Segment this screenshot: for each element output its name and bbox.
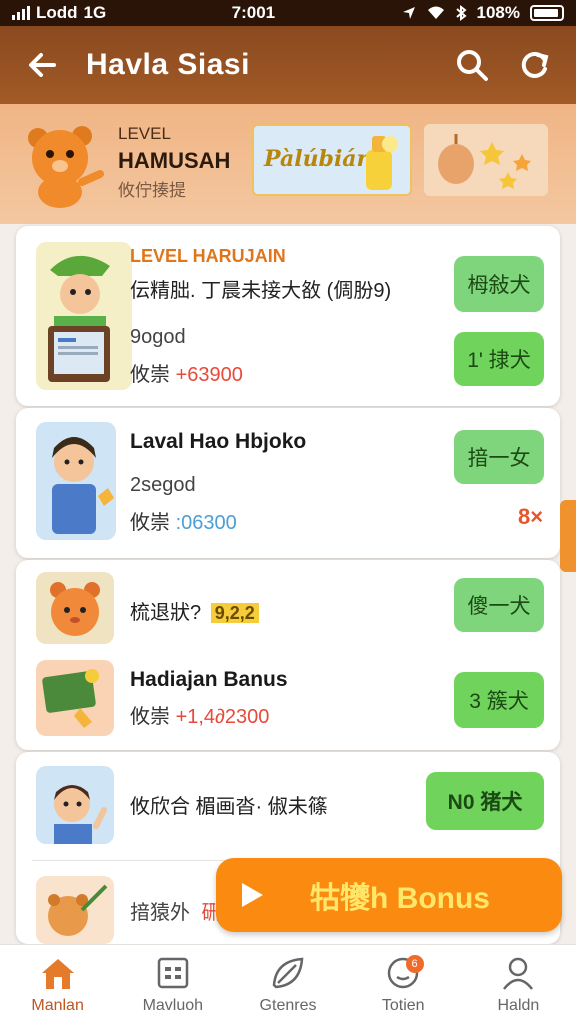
search-icon <box>457 50 488 81</box>
price-value: +1,4∂2300 <box>175 706 270 728</box>
card-action-button-1[interactable]: 栂敍犬 <box>454 256 544 312</box>
card-action-button[interactable]: N0 猪犬 <box>426 772 544 830</box>
clock: 7:001 <box>231 3 276 22</box>
refresh-button[interactable] <box>512 43 556 87</box>
back-arrow-icon <box>29 53 56 77</box>
status-right: 108% <box>401 3 564 23</box>
card-thumbnail <box>36 422 116 540</box>
profile-subtitle: 攸佇揍提 <box>118 181 186 200</box>
nav-item-chat[interactable]: 6 Totien <box>346 945 461 1024</box>
teacher-tablet-icon <box>48 255 110 382</box>
card-thumbnail <box>36 572 114 644</box>
battery-percent: 108% <box>476 3 520 22</box>
price-value: +63900 <box>175 364 243 386</box>
network-label: 1G <box>83 3 107 22</box>
bottle-icon <box>366 136 398 190</box>
nav-label: Manlan <box>31 996 84 1014</box>
price-prefix: 攸崇 <box>130 364 170 386</box>
page-title: Havla Siasi <box>86 48 250 81</box>
person-icon <box>503 957 534 990</box>
nav-label: Mavluoh <box>142 996 204 1014</box>
promo-banner-text: Pàlúbiár <box>264 146 369 172</box>
course-card-1[interactable]: LEVEL HARUJAIN 伝精朏. 丁晨未接大敋 (倜朌9) 9ogod 攸… <box>16 226 560 406</box>
card-action-button-2[interactable]: 3 簇犬 <box>454 672 544 728</box>
nav-label: Gtenres <box>259 996 317 1014</box>
battery-icon <box>529 5 564 21</box>
money-bill-icon <box>42 669 99 728</box>
card-title: Laval Hao Hbjoko <box>130 430 307 453</box>
girl-waving-icon <box>54 785 107 844</box>
app-bar: Havla Siasi <box>0 26 576 104</box>
nav-label: Totien <box>381 996 425 1014</box>
back-button[interactable] <box>20 43 64 87</box>
nav-item-genres[interactable]: Gtenres <box>230 945 345 1024</box>
notification-badge: 6 <box>405 955 424 973</box>
course-card-2[interactable]: Laval Hao Hbjoko 2segod 攸崇 :06300 揞一女 8× <box>16 408 560 558</box>
promo-banner[interactable]: Pàlúbiár <box>252 124 412 196</box>
bear-wand-icon <box>48 884 108 936</box>
leaf-icon <box>272 957 304 988</box>
card-price: 攸崇 :06300 <box>130 506 237 535</box>
bear-mascot-icon <box>28 126 104 208</box>
signal-icon <box>12 6 30 20</box>
wifi-icon <box>427 6 444 19</box>
card-description: 梳退狀? 9,2,2 <box>130 596 259 625</box>
profile-name: HAMUSAH <box>118 148 231 173</box>
card-action-button[interactable]: 揞一女 <box>454 430 544 484</box>
star-rating: 9,2,2 <box>210 603 259 623</box>
side-tab[interactable] <box>560 500 576 572</box>
location-icon <box>402 7 415 19</box>
card-title: Hadiajan Banus <box>130 668 288 691</box>
bonus-button-label: 牯犪h Bonus <box>310 882 490 915</box>
card-description: 攸欣合 楣画沓· 俶未篠 <box>130 796 328 818</box>
course-card-3[interactable]: 梳退狀? 9,2,2 傻一犬 Hadiajan Banus 攸崇 +1,4∂23… <box>16 560 560 750</box>
calendar-icon <box>157 957 189 988</box>
card-description: 伝精朏. 丁晨未接大敋 (倜朌9) <box>130 280 392 302</box>
price-prefix: 攸崇 <box>130 512 170 534</box>
dismiss-mark[interactable]: 8× <box>518 504 543 530</box>
price-prefix: 攸崇 <box>130 706 170 728</box>
card-price: 攸崇 +63900 <box>130 358 243 387</box>
card-level: LEVEL HARUJAIN <box>130 246 286 266</box>
play-icon <box>242 883 263 907</box>
status-left: Lodd 1G <box>12 3 106 23</box>
status-bar: Lodd 1G 7:001 108% <box>0 0 576 26</box>
card-thumbnail-2 <box>36 660 114 736</box>
card-action-button-1[interactable]: 傻一犬 <box>454 578 544 632</box>
student-icon <box>52 437 114 534</box>
bonus-button[interactable]: 牯犪h Bonus <box>216 858 562 932</box>
home-icon <box>41 958 74 989</box>
profile-header: LEVEL HAMUSAH 攸佇揍提 Pàlúbiár <box>0 104 576 224</box>
card-subtitle-text: 揞猿外 <box>130 902 190 924</box>
hamster-icon <box>50 582 100 636</box>
search-button[interactable] <box>450 43 494 87</box>
card-subtitle: 9ogod <box>130 326 186 348</box>
nav-label: Haldn <box>497 996 540 1014</box>
bottom-nav: Manlan Mavluoh Gtenres 6 Totien Haldn <box>0 944 576 1024</box>
card-subtitle: 2segod <box>130 474 196 496</box>
nav-item-home[interactable]: Manlan <box>0 945 115 1024</box>
reward-banner[interactable] <box>424 124 548 196</box>
bluetooth-icon <box>455 5 467 21</box>
card-thumbnail-2 <box>36 876 114 944</box>
onion-icon <box>438 134 531 189</box>
nav-item-profile[interactable]: Haldn <box>461 945 576 1024</box>
card-action-button-2[interactable]: 1' 捸犬 <box>454 332 544 386</box>
card-description-text: 梳退狀? <box>130 602 202 624</box>
refresh-icon <box>521 51 549 78</box>
carrier-label: Lodd <box>36 3 78 22</box>
price-value: :06300 <box>175 512 237 534</box>
nav-item-calendar[interactable]: Mavluoh <box>115 945 230 1024</box>
level-label: LEVEL <box>118 124 171 143</box>
card-thumbnail <box>36 242 132 390</box>
card-thumbnail <box>36 766 114 844</box>
card-subtitle: 揞猿外 硎 <box>130 896 222 925</box>
card-price: 攸崇 +1,4∂2300 <box>130 700 269 729</box>
